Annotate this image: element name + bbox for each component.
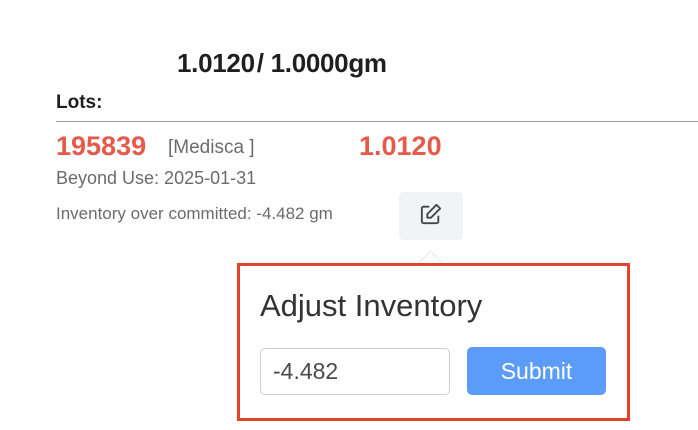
edit-inventory-button[interactable] [399,192,463,240]
lots-heading: Lots: [56,92,103,113]
lot-quantity: 1.0120 [359,131,442,161]
lots-divider [56,121,698,122]
overcommit-note: Inventory over committed: -4.482 gm [56,204,333,223]
adjust-inventory-input[interactable] [260,348,450,395]
beyond-use-date: Beyond Use: 2025-01-31 [56,168,257,188]
popover-title: Adjust Inventory [260,288,483,323]
committed-quantity: 1.0120 [177,48,255,78]
lot-number: 195839 [56,131,147,161]
total-quantity: 1.0000gm [270,48,387,78]
adjust-inventory-popover: Adjust Inventory Submit [237,263,630,421]
edit-icon [420,203,442,230]
quantity-summary: 1.0120/ 1.0000gm [177,48,387,79]
quantity-separator: / [256,48,264,78]
submit-button[interactable]: Submit [467,347,606,395]
lot-supplier: [Medisca ] [168,137,255,158]
